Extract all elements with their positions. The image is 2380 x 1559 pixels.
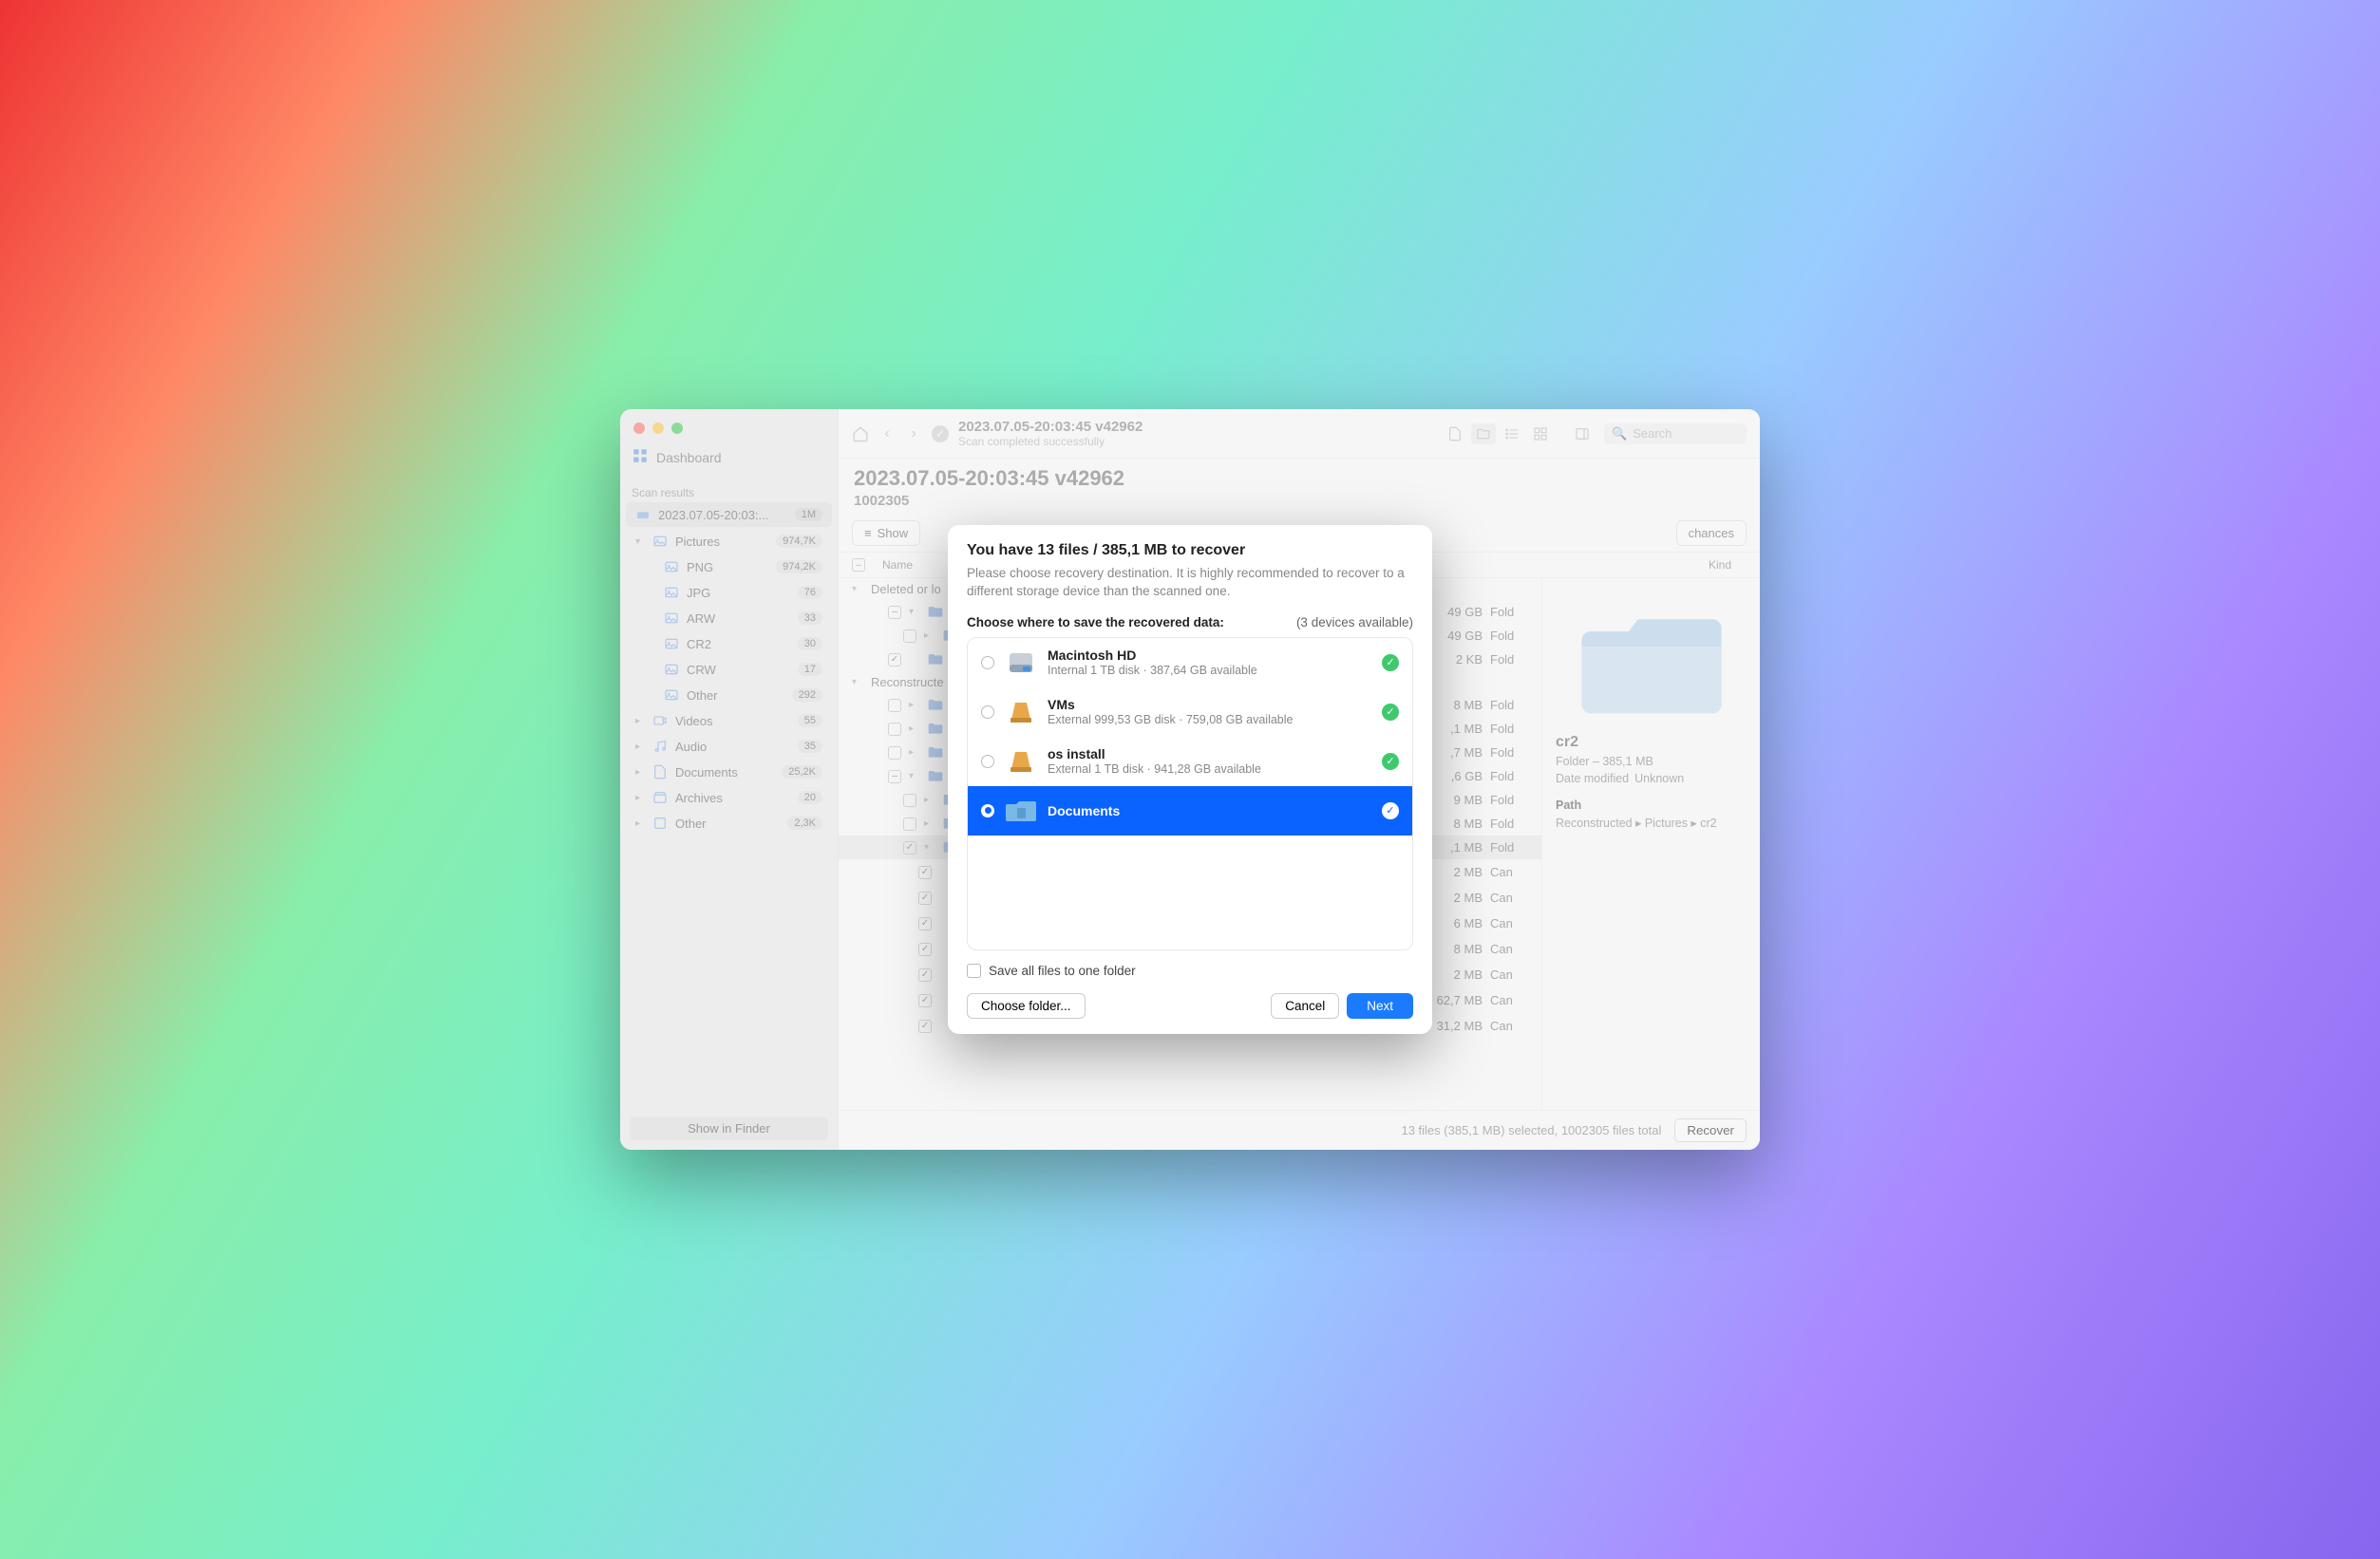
destination-name: os install (1048, 746, 1370, 761)
modal-devices-available: (3 devices available) (1296, 615, 1413, 629)
check-icon: ✓ (1382, 802, 1399, 819)
app-window: Dashboard Scan results 2023.07.05-20:03:… (620, 409, 1760, 1150)
destination-name: Documents (1048, 803, 1370, 818)
destination-name: VMs (1048, 697, 1370, 712)
cancel-button[interactable]: Cancel (1271, 993, 1339, 1019)
radio-icon (981, 705, 994, 719)
choose-folder-button[interactable]: Choose folder... (967, 993, 1086, 1019)
radio-icon (981, 804, 994, 817)
modal-title: You have 13 files / 385,1 MB to recover (967, 542, 1413, 559)
check-icon: ✓ (1382, 654, 1399, 671)
check-icon: ✓ (1382, 753, 1399, 770)
modal-description: Please choose recovery destination. It i… (967, 565, 1413, 599)
next-button[interactable]: Next (1347, 993, 1413, 1019)
destination-os-install[interactable]: os installExternal 1 TB disk · 941,28 GB… (968, 737, 1412, 786)
destination-detail: Internal 1 TB disk · 387,64 GB available (1048, 664, 1370, 677)
destination-detail: External 999,53 GB disk · 759,08 GB avai… (1048, 713, 1370, 726)
save-all-label: Save all files to one folder (989, 964, 1136, 978)
recovery-destination-dialog: You have 13 files / 385,1 MB to recover … (948, 525, 1432, 1033)
folder-drive-icon (1006, 796, 1036, 826)
radio-icon (981, 755, 994, 768)
radio-icon (981, 656, 994, 669)
external-drive-icon (1006, 746, 1036, 777)
checkbox-icon (967, 964, 981, 978)
destination-macintosh-hd[interactable]: Macintosh HDInternal 1 TB disk · 387,64 … (968, 638, 1412, 687)
destination-list: Macintosh HDInternal 1 TB disk · 387,64 … (967, 637, 1413, 950)
destination-vms[interactable]: VMsExternal 999,53 GB disk · 759,08 GB a… (968, 687, 1412, 737)
destination-detail: External 1 TB disk · 941,28 GB available (1048, 762, 1370, 776)
internal-drive-icon (1006, 648, 1036, 678)
save-all-checkbox[interactable]: Save all files to one folder (967, 964, 1413, 978)
modal-backdrop[interactable]: You have 13 files / 385,1 MB to recover … (620, 409, 1760, 1150)
modal-choose-label: Choose where to save the recovered data: (967, 615, 1224, 629)
destination-documents[interactable]: Documents ✓ (968, 786, 1412, 836)
check-icon: ✓ (1382, 704, 1399, 721)
external-drive-icon (1006, 697, 1036, 727)
destination-name: Macintosh HD (1048, 648, 1370, 663)
